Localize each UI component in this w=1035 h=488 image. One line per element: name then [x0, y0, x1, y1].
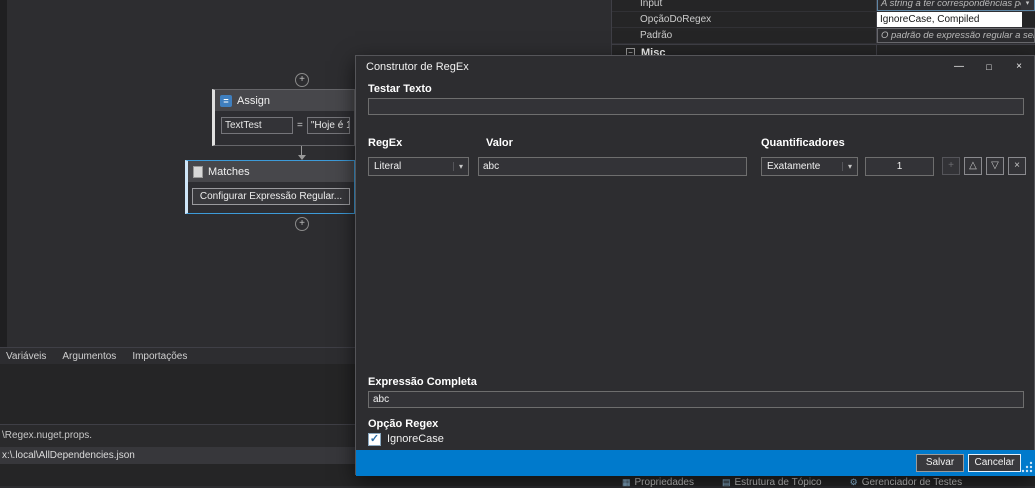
property-row-padrao[interactable]: Padrão O padrão de expressão regular a s… — [612, 28, 1035, 44]
delete-row-button[interactable]: × — [1008, 157, 1026, 175]
assign-activity-title: Assign — [237, 94, 271, 107]
cancel-button[interactable]: Cancelar — [968, 454, 1021, 472]
tab-importacoes[interactable]: Importações — [132, 351, 187, 362]
bottom-tab-label: Estrutura de Tópico — [734, 477, 822, 488]
dialog-titlebar[interactable]: Construtor de RegEx — □ × — [356, 56, 1034, 78]
tab-argumentos[interactable]: Argumentos — [62, 351, 116, 362]
minimize-button[interactable]: — — [944, 56, 974, 78]
matches-icon — [193, 165, 203, 178]
resize-grip[interactable] — [1019, 459, 1034, 474]
property-value-input[interactable]: A string a ter correspondências pesquis … — [877, 0, 1035, 11]
quantifier-select[interactable]: Exatamente ▾ — [761, 157, 858, 176]
assign-icon: = — [220, 94, 232, 107]
full-expression-label: Expressão Completa — [368, 376, 477, 388]
quantifier-count-input[interactable]: 1 — [865, 157, 934, 176]
test-manager-icon: ⚙ — [849, 477, 858, 487]
add-row-button[interactable]: + — [942, 157, 960, 175]
column-header-quantificadores: Quantificadores — [761, 137, 845, 149]
regex-type-select[interactable]: Literal ▾ — [368, 157, 469, 176]
test-text-input[interactable] — [368, 98, 1024, 115]
assign-activity-header[interactable]: = Assign — [215, 90, 354, 111]
equals-sign: = — [297, 120, 303, 131]
properties-icon: ▦ — [622, 477, 631, 487]
ignorecase-checkbox[interactable]: ✓ — [368, 433, 381, 446]
bottom-tab-label: Gerenciador de Testes — [861, 477, 963, 488]
matches-activity[interactable]: Matches Configurar Expressão Regular... — [185, 160, 355, 214]
column-header-valor: Valor — [486, 137, 513, 149]
close-button[interactable]: × — [1004, 56, 1034, 78]
bottom-tab-propriedades[interactable]: ▦ Propriedades — [622, 477, 694, 488]
bottom-tab-gerenciador[interactable]: ⚙ Gerenciador de Testes — [850, 477, 963, 488]
property-label-opcaodoregex: OpçãoDoRegex — [640, 14, 712, 25]
property-row-opcaodoregex[interactable]: OpçãoDoRegex IgnoreCase, Compiled ▾ — [612, 12, 1035, 28]
add-activity-button-bottom[interactable]: + — [295, 217, 309, 231]
maximize-button[interactable]: □ — [974, 56, 1004, 78]
test-text-label: Testar Texto — [368, 83, 432, 95]
property-value-opcaodoregex[interactable]: IgnoreCase, Compiled ▾ — [877, 12, 1022, 27]
column-header-regex: RegEx — [368, 137, 403, 149]
move-row-up-button[interactable]: △ — [964, 157, 982, 175]
property-value-padrao-text: O padrão de expressão regular a ser co — [881, 30, 1035, 41]
property-label-input: Input — [640, 0, 663, 9]
matches-activity-title: Matches — [208, 165, 250, 178]
regex-builder-dialog: Construtor de RegEx — □ × Testar Texto R… — [355, 55, 1035, 476]
chevron-down-icon: ▾ — [453, 162, 468, 171]
property-value-input-text: A string a ter correspondências pesquis — [881, 0, 1035, 9]
bottom-tab-estrutura[interactable]: ▤ Estrutura de Tópico — [722, 477, 822, 488]
connector-line — [301, 146, 302, 155]
save-button[interactable]: Salvar — [916, 454, 964, 472]
full-expression-input[interactable]: abc — [368, 391, 1024, 408]
outline-icon: ▤ — [722, 477, 731, 487]
chevron-down-icon[interactable]: ▾ — [1021, 0, 1034, 10]
add-activity-button-top[interactable]: + — [295, 73, 309, 87]
property-value-padrao[interactable]: O padrão de expressão regular a ser co — [877, 28, 1035, 43]
dialog-footer: Salvar Cancelar — [356, 450, 1035, 476]
move-row-down-button[interactable]: ▽ — [986, 157, 1004, 175]
bottom-tab-label: Propriedades — [634, 477, 694, 488]
assign-value-field[interactable]: "Hoje é 10/1... — [306, 117, 350, 134]
bottom-panel-tabs: ▦ Propriedades ▤ Estrutura de Tópico ⚙ G… — [622, 477, 962, 488]
property-label-padrao: Padrão — [640, 30, 673, 41]
assign-to-field[interactable]: TextTest — [221, 117, 293, 134]
assign-activity[interactable]: = Assign TextTest = "Hoje é 10/1... — [212, 89, 355, 146]
regex-value-input[interactable]: abc — [478, 157, 747, 176]
ignorecase-label: IgnoreCase — [387, 433, 444, 445]
tab-variaveis[interactable]: Variáveis — [6, 351, 46, 362]
regex-option-label: Opção Regex — [368, 418, 439, 430]
property-value-opcaodoregex-text: IgnoreCase, Compiled — [880, 14, 980, 25]
property-row-input[interactable]: Input A string a ter correspondências pe… — [612, 0, 1035, 12]
dialog-title: Construtor de RegEx — [366, 61, 469, 73]
chevron-down-icon: ▾ — [842, 162, 857, 171]
quantifier-value: Exatamente — [767, 161, 821, 172]
regex-type-value: Literal — [374, 161, 402, 172]
configure-regex-button[interactable]: Configurar Expressão Regular... — [191, 188, 351, 205]
matches-activity-header[interactable]: Matches — [188, 161, 354, 182]
